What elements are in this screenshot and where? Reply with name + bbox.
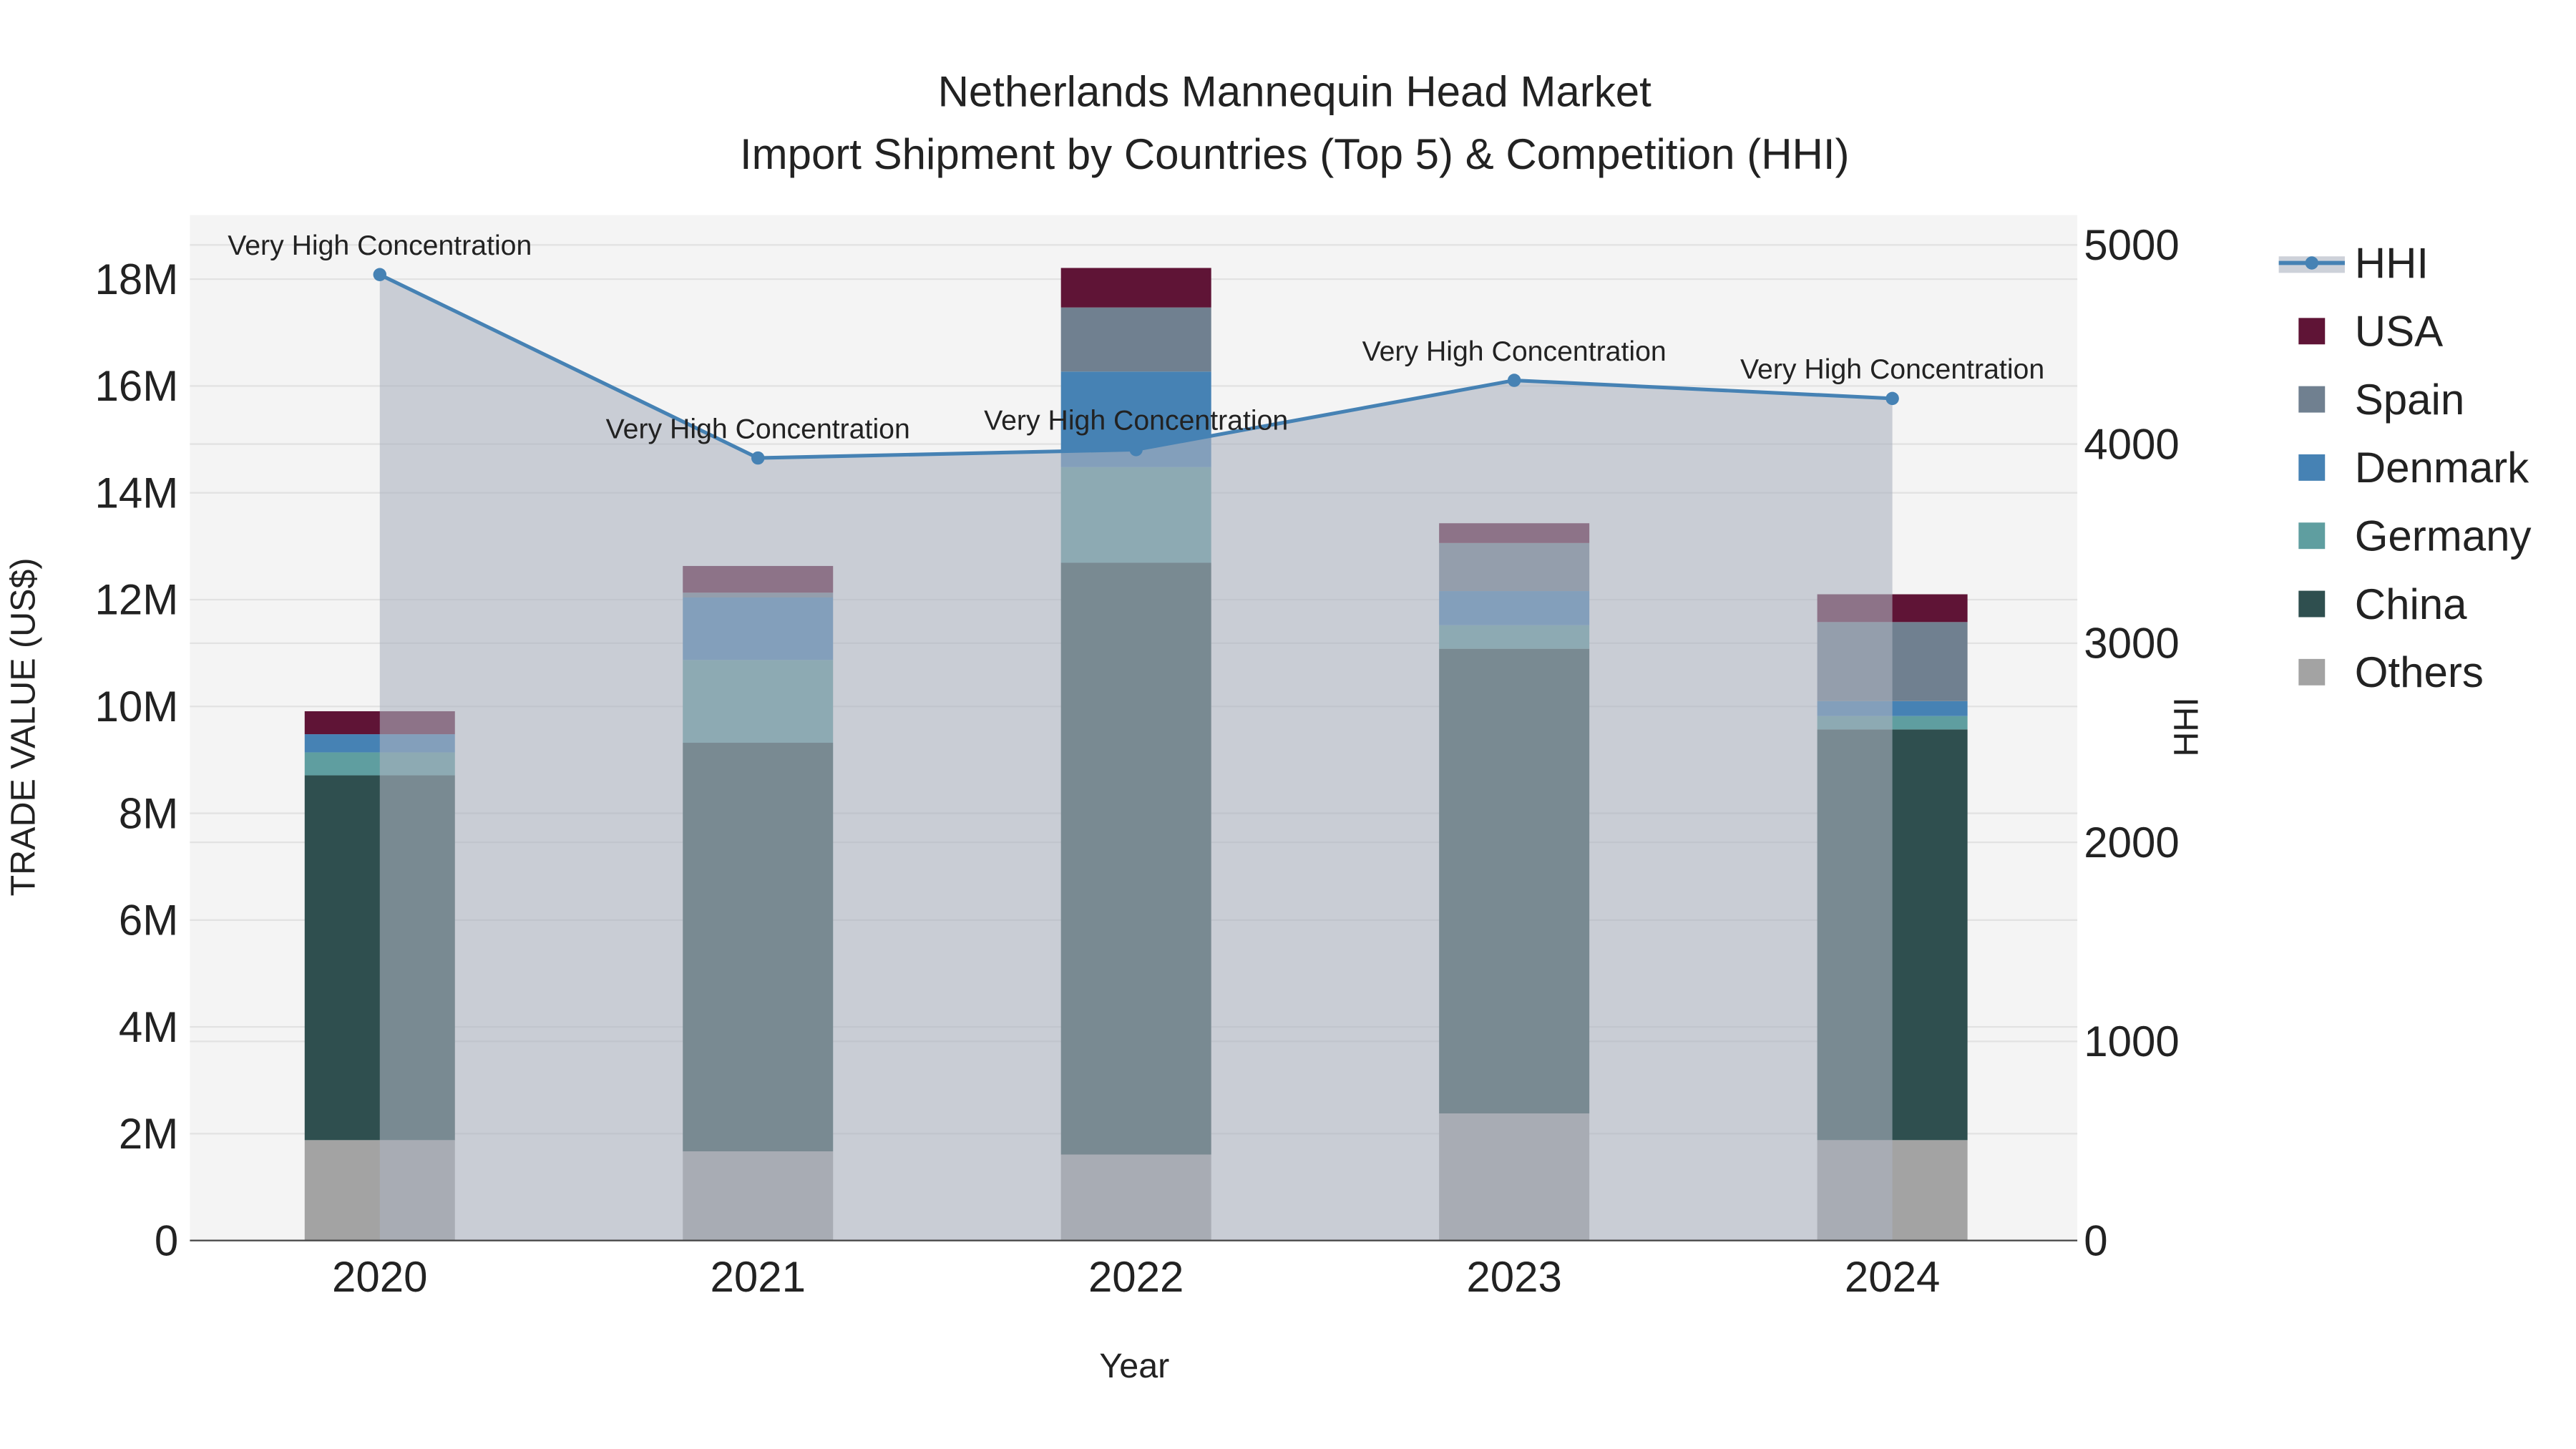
legend-label-denmark: Denmark: [2355, 444, 2529, 492]
y-axis-ticks: 0 2M 4M 6M 8M 10M 12M 14M 16M 18M: [95, 255, 179, 1265]
legend-swatch-denmark: [2298, 454, 2326, 481]
legend-hhi-marker: [2305, 256, 2318, 270]
chart-title-line1: Netherlands Mannequin Head Market: [938, 67, 1652, 115]
legend-label-spain: Spain: [2355, 376, 2464, 424]
y2-tick-label: 2000: [2084, 819, 2179, 867]
legend-swatch-germany: [2298, 522, 2326, 550]
hhi-point-2021: [751, 451, 765, 465]
y-tick-label: 10M: [95, 683, 179, 731]
x-tick-label: 2023: [1466, 1253, 1561, 1301]
x-axis-label: Year: [1099, 1347, 1169, 1385]
hhi-point-2024: [1885, 391, 1899, 406]
legend-label-hhi: HHI: [2355, 239, 2429, 287]
bar-usa-2022: [1060, 268, 1211, 308]
legend-label-china: China: [2355, 580, 2467, 628]
legend-label-germany: Germany: [2355, 512, 2532, 560]
hhi-annotation: Very High Concentration: [606, 413, 910, 444]
y-tick-label: 6M: [119, 897, 178, 945]
chart: 0 2M 4M 6M 8M 10M 12M 14M 16M 18M 0 1000 2000 3000 40…: [4, 67, 2532, 1385]
legend-swatch-others: [2298, 658, 2326, 686]
hhi-point-2023: [1507, 374, 1521, 387]
y2-tick-label: 4000: [2084, 420, 2179, 468]
y-tick-label: 2M: [119, 1110, 178, 1158]
x-axis-ticks: 2020 2021 2022 2023 2024: [332, 1253, 1940, 1301]
legend-label-usa: USA: [2355, 308, 2443, 356]
hhi-point-2020: [373, 268, 386, 282]
y-tick-label: 4M: [119, 1003, 178, 1051]
legend-label-others: Others: [2355, 648, 2484, 696]
chart-title-line2: Import Shipment by Countries (Top 5) & C…: [740, 130, 1850, 178]
y-tick-label: 8M: [119, 789, 178, 837]
y2-tick-label: 0: [2084, 1216, 2107, 1264]
y-tick-label: 12M: [95, 576, 179, 624]
y2-axis-label: HHI: [2167, 697, 2206, 756]
y2-tick-label: 5000: [2084, 221, 2179, 269]
y2-tick-label: 1000: [2084, 1018, 2179, 1065]
y-axis-label: TRADE VALUE (US$): [4, 557, 42, 896]
hhi-annotation: Very High Concentration: [1740, 353, 2044, 385]
hhi-annotation: Very High Concentration: [1362, 336, 1667, 367]
legend-swatch-china: [2298, 590, 2326, 618]
y-tick-label: 0: [155, 1216, 178, 1264]
x-tick-label: 2021: [710, 1253, 805, 1301]
y2-axis-ticks: 0 1000 2000 3000 4000 5000: [2084, 221, 2179, 1264]
hhi-annotation: Very High Concentration: [228, 230, 532, 261]
x-tick-label: 2022: [1088, 1253, 1184, 1301]
x-tick-label: 2024: [1845, 1253, 1940, 1301]
x-tick-label: 2020: [332, 1253, 427, 1301]
legend-swatch-spain: [2298, 386, 2326, 413]
hhi-annotation: Very High Concentration: [984, 405, 1288, 436]
y-tick-label: 18M: [95, 255, 179, 303]
y2-tick-label: 3000: [2084, 620, 2179, 668]
bar-spain-2022: [1060, 307, 1211, 372]
legend: HHI USA Spain Denmark Germany China Others: [2278, 239, 2532, 696]
y-tick-label: 16M: [95, 362, 179, 410]
hhi-point-2022: [1129, 443, 1143, 457]
legend-swatch-usa: [2298, 318, 2326, 345]
y-tick-label: 14M: [95, 469, 179, 517]
